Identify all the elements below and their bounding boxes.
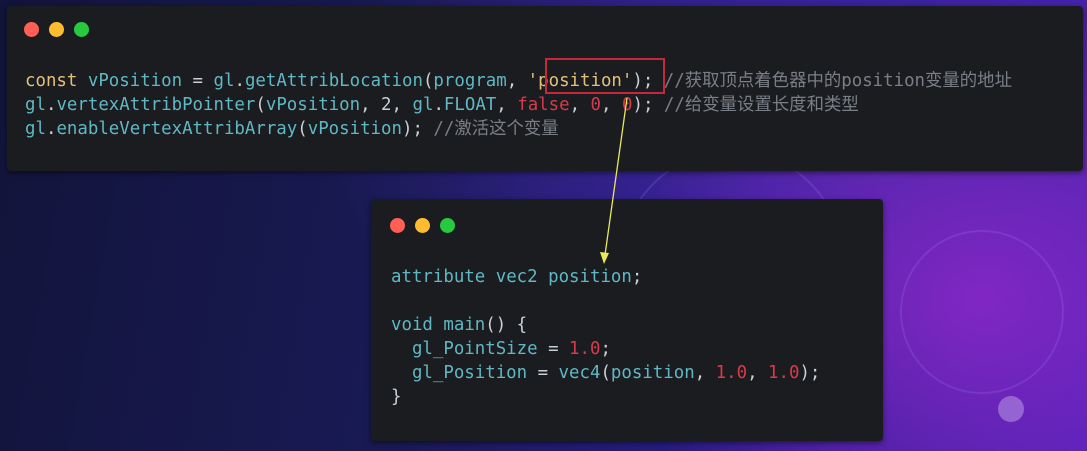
code-token: ); [799, 363, 821, 383]
code-token: , [360, 95, 382, 115]
code-token: //获取顶点着色器中的position变量的地址 [663, 71, 1012, 91]
code-token: vPosition [265, 95, 361, 115]
code-token: 1.0 [715, 363, 748, 383]
code-token: . [45, 95, 57, 115]
maximize-dot-icon[interactable] [74, 22, 89, 37]
code-line: attribute vec2 position; [391, 265, 820, 289]
code-token: . [45, 119, 57, 139]
code-token: position [610, 363, 695, 383]
code-token: getAttribLocation [244, 71, 423, 91]
code-token: main [443, 315, 486, 335]
code-token: } [391, 387, 402, 407]
code-line: gl.vertexAttribPointer(vPosition, 2, gl.… [25, 93, 1012, 117]
code-token: gl_PointSize [411, 339, 538, 359]
code-token: gl [25, 95, 46, 115]
code-token: //给变量设置长度和类型 [663, 95, 859, 115]
code-token: gl [412, 95, 434, 115]
code-token: position [548, 267, 632, 287]
code-token: vPosition [307, 119, 402, 139]
code-line: gl.enableVertexAttribArray(vPosition); /… [25, 117, 1012, 141]
code-token: false [517, 95, 570, 115]
code-token: . [234, 71, 245, 91]
minimize-dot-icon[interactable] [415, 218, 430, 233]
code-token: void [391, 315, 433, 335]
code-line: const vPosition = gl.getAttribLocation(p… [25, 69, 1012, 93]
code-token: , [601, 95, 622, 115]
window-controls [24, 22, 89, 37]
code-token: , [496, 95, 518, 115]
code-token: , [747, 363, 769, 383]
code-token: 0 [621, 95, 633, 115]
code-token: FLOAT [443, 95, 497, 115]
highlight-box [545, 58, 665, 94]
code-token: 1.0 [768, 363, 800, 383]
close-dot-icon[interactable] [24, 22, 39, 37]
decorative-ring [900, 230, 1064, 394]
decorative-dot [998, 396, 1024, 422]
minimize-dot-icon[interactable] [49, 22, 64, 37]
code-token: ( [255, 95, 266, 115]
code-token: gl_Position [411, 363, 528, 383]
code-token: ; [631, 267, 643, 287]
code-token: attribute [391, 267, 486, 287]
code-token: ( [422, 71, 434, 91]
code-token: , [694, 363, 716, 383]
code-token: gl [213, 71, 235, 91]
code-token: vec4 [558, 363, 601, 383]
code-token: () { [485, 315, 528, 335]
window-controls [390, 218, 455, 233]
code-token: ); [632, 95, 664, 115]
code-token: ; [600, 339, 611, 359]
maximize-dot-icon[interactable] [440, 218, 455, 233]
code-token: 1.0 [569, 339, 601, 359]
code-token: = [527, 363, 559, 383]
code-token: vertexAttribPointer [56, 95, 256, 115]
code-token: , [506, 71, 528, 91]
code-token: enableVertexAttribArray [56, 119, 298, 139]
code-token: = [182, 71, 214, 91]
javascript-code-block: const vPosition = gl.getAttribLocation(p… [25, 69, 1012, 141]
code-line: } [391, 385, 820, 409]
code-token: , [569, 95, 591, 115]
code-token: vPosition [87, 71, 183, 91]
code-token: ( [600, 363, 611, 383]
code-token: , [391, 95, 413, 115]
code-token: = [537, 339, 570, 359]
code-line: void main() { [391, 313, 820, 337]
code-token: 2 [381, 95, 392, 115]
code-line: gl_Position = vec4(position, 1.0, 1.0); [391, 361, 820, 385]
code-token: vec2 [495, 267, 538, 287]
code-token: const [25, 71, 78, 91]
code-token: . [433, 95, 444, 115]
bottom-code-window: attribute vec2 position; void main() { g… [371, 199, 883, 441]
code-token: ); [401, 119, 434, 139]
code-token: gl [25, 119, 46, 139]
close-dot-icon[interactable] [390, 218, 405, 233]
glsl-shader-code-block: attribute vec2 position; void main() { g… [391, 265, 820, 409]
code-token: ( [297, 119, 308, 139]
code-token: 0 [590, 95, 602, 115]
code-token: //激活这个变量 [433, 119, 559, 139]
code-line: gl_PointSize = 1.0; [391, 337, 820, 361]
code-token: program [433, 71, 507, 91]
